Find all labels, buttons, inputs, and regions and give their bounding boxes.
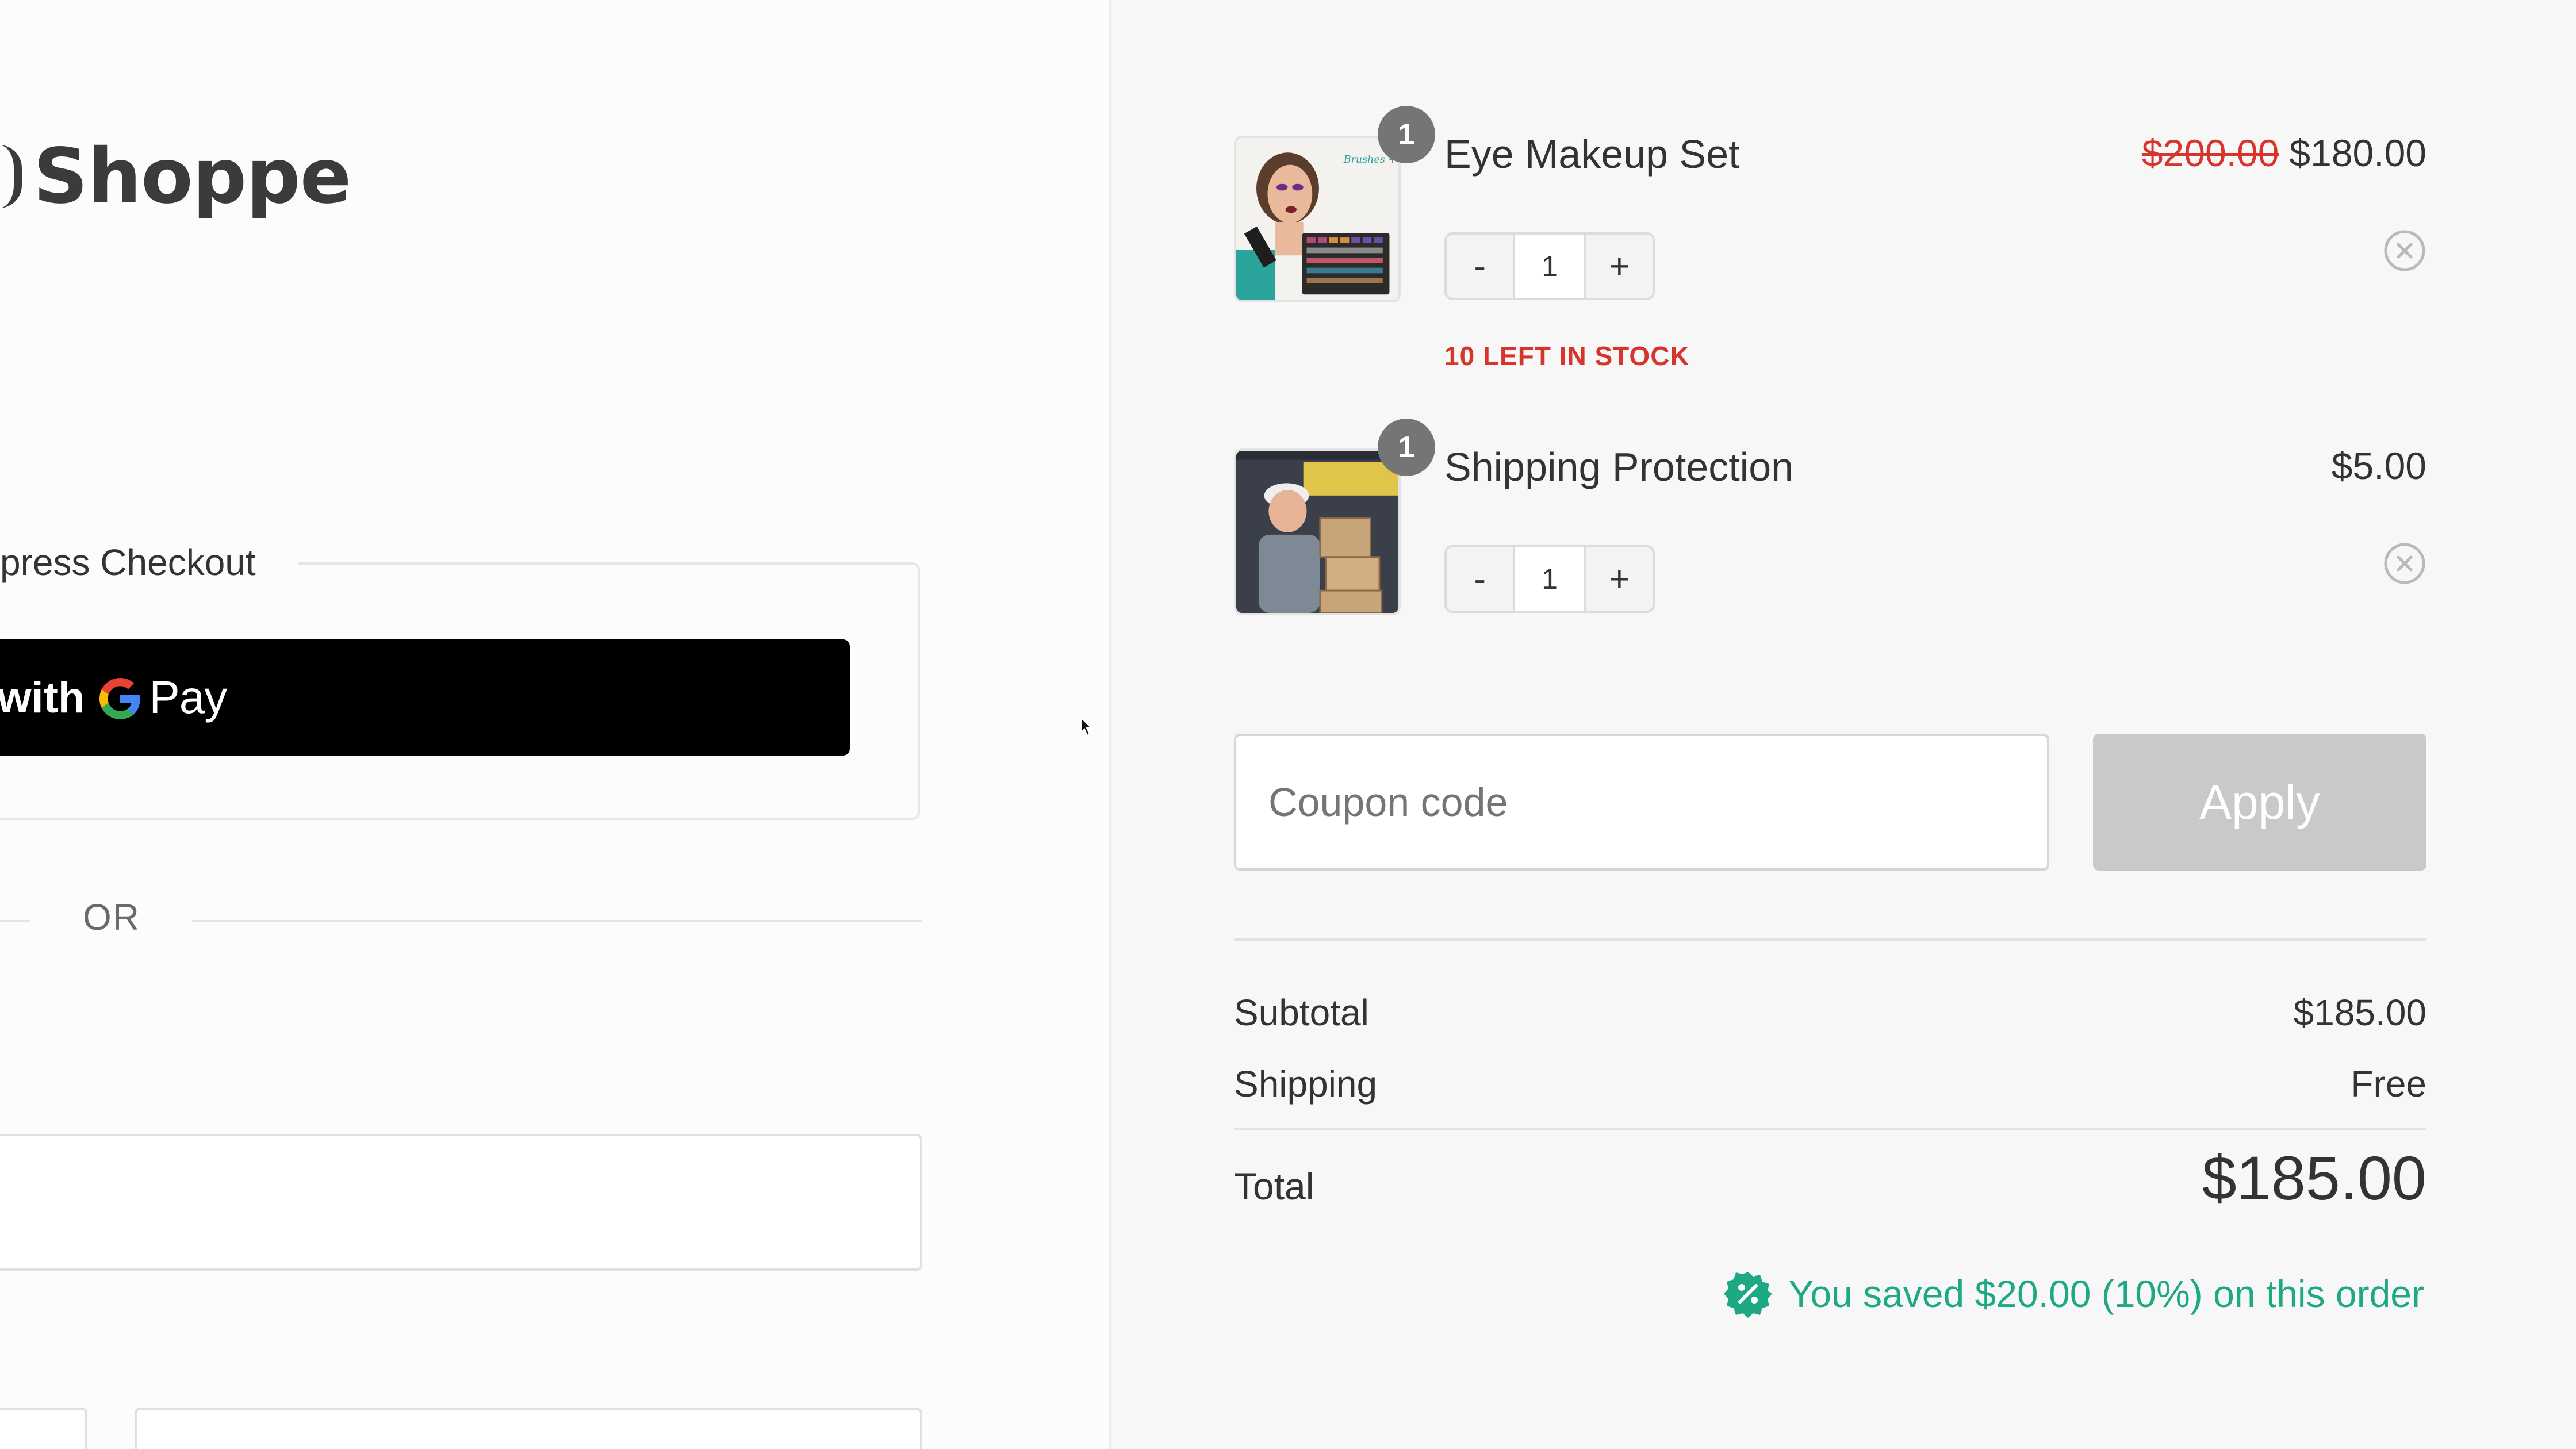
total-divider (1234, 1128, 2426, 1130)
total-row: Total $185.00 (1234, 1142, 2426, 1214)
discount-badge-icon (1724, 1272, 1773, 1318)
quantity-badge: 1 (1378, 106, 1435, 163)
name-input-wide[interactable] (135, 1408, 922, 1449)
product-image (1234, 448, 1401, 615)
quantity-value[interactable]: 1 (1513, 235, 1586, 298)
sale-price: $180.00 (2289, 132, 2426, 174)
stock-warning: 10 LEFT IN STOCK (1444, 341, 1690, 371)
express-checkout-label: press Checkout (0, 535, 298, 590)
total-label: Total (1234, 1165, 1314, 1208)
product-image: Brushes + Palette! (1234, 136, 1401, 302)
checkout-page: Shoppe press Checkout y with Pay OR (0, 0, 2576, 1449)
store-logo[interactable]: Shoppe (0, 128, 351, 225)
or-line-right (192, 920, 922, 922)
order-summary-column: Brushes + Palette! 1 Eye Makeup Set $200… (1109, 0, 2576, 1449)
coupon-input[interactable] (1234, 734, 2049, 871)
name-input-short[interactable] (0, 1408, 87, 1449)
google-pay-button[interactable]: y with Pay (0, 639, 850, 756)
logo-mark-icon (0, 145, 22, 208)
item-name: Eye Makeup Set (1444, 132, 1740, 177)
cursor-icon (1080, 716, 1092, 737)
quantity-stepper: - 1 + (1444, 232, 1655, 300)
item-name: Shipping Protection (1444, 444, 1794, 489)
subtotal-value: $185.00 (2293, 992, 2426, 1033)
summary-divider (1234, 938, 2426, 941)
subtotal-row: Subtotal $185.00 (1234, 991, 2426, 1034)
or-separator: OR (0, 890, 922, 953)
original-price: $200.00 (2141, 132, 2279, 174)
shipping-label: Shipping (1234, 1063, 1378, 1105)
remove-icon[interactable] (2383, 542, 2426, 585)
shipping-value: Free (2351, 1063, 2426, 1105)
or-label: OR (83, 896, 140, 938)
shipping-row: Shipping Free (1234, 1063, 2426, 1105)
store-name: Shoppe (33, 132, 351, 221)
quantity-stepper: - 1 + (1444, 545, 1655, 613)
google-pay-label: Pay (149, 672, 227, 723)
increase-quantity-button[interactable]: + (1586, 235, 1653, 298)
total-value: $185.00 (2202, 1143, 2426, 1213)
google-pay-prefix: y with (0, 673, 85, 722)
quantity-value[interactable]: 1 (1513, 547, 1586, 611)
item-price: $5.00 (2331, 444, 2426, 487)
checkout-form-column: Shoppe press Checkout y with Pay OR (0, 0, 1109, 1449)
increase-quantity-button[interactable]: + (1586, 547, 1653, 611)
savings-text: You saved $20.00 (10%) on this order (1788, 1272, 2424, 1315)
google-g-icon (99, 678, 140, 719)
contact-input[interactable] (0, 1134, 922, 1271)
or-line-left (0, 920, 30, 922)
subtotal-label: Subtotal (1234, 992, 1369, 1033)
quantity-badge: 1 (1378, 419, 1435, 476)
apply-coupon-button[interactable]: Apply (2093, 734, 2426, 871)
savings-message: You saved $20.00 (10%) on this order (1724, 1270, 2424, 1318)
decrease-quantity-button[interactable]: - (1447, 547, 1513, 611)
remove-icon[interactable] (2383, 229, 2426, 273)
decrease-quantity-button[interactable]: - (1447, 235, 1513, 298)
item-price: $200.00 $180.00 (2142, 131, 2426, 175)
